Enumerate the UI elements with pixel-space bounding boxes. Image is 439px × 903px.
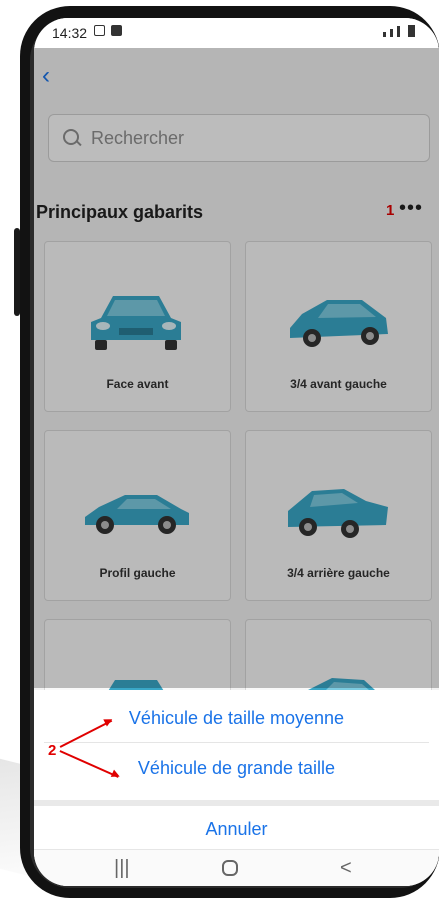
status-time: 14:32: [52, 25, 88, 41]
system-nav-bar: ||| <: [34, 849, 439, 886]
status-bar: 14:32: [34, 18, 439, 48]
home-button[interactable]: [222, 860, 238, 876]
notification-icons: [94, 25, 122, 36]
message-icon: [111, 25, 122, 36]
annotation-2: 2: [48, 742, 57, 759]
screen: 14:32 ‹ Rechercher Principaux gabarits 1…: [34, 18, 439, 886]
modal-overlay[interactable]: [34, 48, 439, 688]
signal-bar-icon: [397, 26, 400, 37]
battery-icon: [408, 25, 415, 37]
option-large-vehicle[interactable]: Véhicule de grande taille: [34, 758, 439, 779]
signal-bar-icon: [390, 29, 393, 37]
divider: [44, 742, 429, 743]
cancel-label: Annuler: [205, 819, 268, 839]
option-medium-vehicle[interactable]: Véhicule de taille moyenne: [34, 708, 439, 729]
back-button[interactable]: <: [340, 857, 352, 880]
side-button: [14, 228, 20, 316]
signal-bar-icon: [383, 32, 386, 37]
signal-icons: [383, 25, 415, 37]
gallery-icon: [94, 25, 105, 36]
recent-apps-button[interactable]: |||: [114, 857, 130, 880]
